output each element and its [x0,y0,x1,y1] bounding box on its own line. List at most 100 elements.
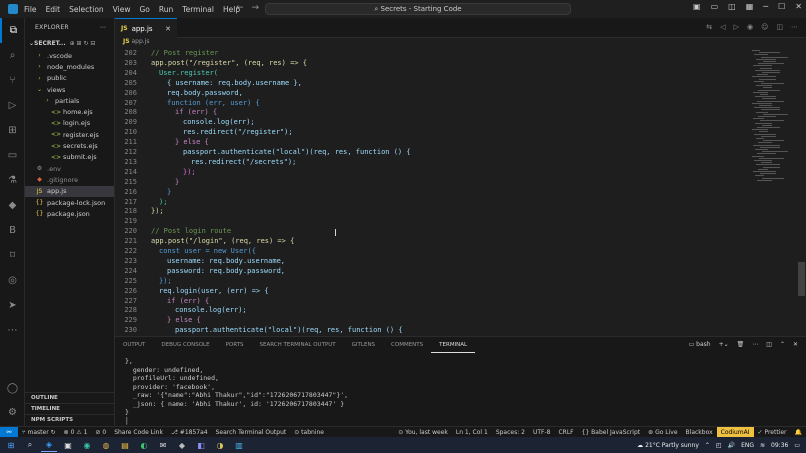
go-back-icon[interactable]: ◁ [720,23,725,31]
notification-center-icon[interactable]: ▭ [794,442,800,449]
windows-start-icon[interactable]: ⊞ [3,438,19,452]
panel-toggle-icon[interactable]: ▭ [711,2,719,11]
split-panel-icon[interactable]: ◫ [766,341,772,348]
search-icon[interactable]: ⌕ [0,43,25,68]
copilot-icon[interactable]: ☺ [761,23,768,31]
prettier-status[interactable]: ✓ Prettier [754,427,791,438]
commit-status[interactable]: ⎇ #1857a4 [167,427,212,438]
menu-item-selection[interactable]: Selection [69,5,104,14]
more-icon[interactable]: ⋯ [0,318,25,343]
npm-scripts-section[interactable]: NPM SCRIPTS [25,414,115,425]
code-line[interactable]: 218}); [115,206,755,216]
code-editor[interactable]: 202 // Post register 203 app.post("/registe… [115,48,806,335]
terminal-output[interactable]: }, gender: undefined, profileUrl: undefi… [125,357,348,425]
file-tree-item[interactable]: › .vscode [25,50,114,61]
command-center[interactable]: ⌕ Secrets - Starting Code [265,3,571,15]
blackbox-icon[interactable]: B [0,218,25,243]
share-code-link[interactable]: Share Code Link [110,427,167,438]
code-line[interactable]: 222 const user = new User({ [115,246,755,256]
tab-app-js[interactable]: JS app.js ✕ [115,18,177,38]
code-line[interactable]: 221 app.post("/login", (req, res) => { [115,236,755,246]
split-editor-icon[interactable]: ◫ [776,23,783,31]
customize-layout-icon[interactable]: ▦ [746,2,754,11]
go-live-button[interactable]: ⊛ Go Live [644,427,681,438]
code-line[interactable]: 202 // Post register [115,48,755,58]
code-line[interactable]: 224 password: req.body.password, [115,266,755,276]
file-tree-item[interactable]: ◆ .gitignore [25,174,114,185]
gitlens-icon[interactable]: ◎ [0,268,25,293]
code-line[interactable]: 228 console.log(err); [115,305,755,315]
close-panel-icon[interactable]: ✕ [793,341,798,348]
code-line[interactable]: 216} [115,187,755,197]
tab-search-terminal-output[interactable]: SEARCH TERMINAL OUTPUT [252,337,344,353]
file-tree-item[interactable]: <> submit.ejs [25,152,114,163]
terminal-more-icon[interactable]: ⋯ [752,341,758,348]
file-explorer-taskbar-icon[interactable]: ▤ [117,438,133,452]
file-tree-item[interactable]: › public [25,73,114,84]
editor-scrollbar[interactable] [798,262,805,296]
extensions-icon[interactable]: ⊞ [0,118,25,143]
file-tree-item[interactable]: <> home.ejs [25,106,114,117]
cursor-position[interactable]: Ln 1, Col 1 [452,427,492,438]
code-line[interactable]: 229} else { [115,315,755,325]
tab-ports[interactable]: PORTS [218,337,252,353]
file-tree-item[interactable]: › node_modules [25,61,114,72]
tab-comments[interactable]: COMMENTS [383,337,431,353]
editor-more-icon[interactable]: ⋯ [791,23,798,31]
language-indicator[interactable]: ENG [741,442,754,449]
minimap[interactable] [750,48,790,335]
testing-icon[interactable]: ⚗ [0,168,25,193]
language-mode[interactable]: {} Babel JavaScript [578,427,645,438]
code-line[interactable]: 213 res.redirect("/secrets"); [115,157,755,167]
volume-icon[interactable]: 🔊 [728,442,735,449]
maximize-panel-icon[interactable]: ⌃ [780,341,785,348]
code-line[interactable]: 212 passport.authenticate("local")(req, r… [115,147,755,157]
python-icon[interactable]: ◆ [0,193,25,218]
mail-taskbar-icon[interactable]: ✉ [155,438,171,452]
code-line[interactable]: 226 req.login(user, (err) => { [115,286,755,296]
new-terminal-icon[interactable]: +⌄ [719,341,729,348]
ports-status[interactable]: ⊘ 0 [91,427,110,438]
menu-item-edit[interactable]: Edit [46,5,61,14]
code-line[interactable]: 215} [115,177,755,187]
tab-debug-console[interactable]: DEBUG CONSOLE [153,337,217,353]
eol-status[interactable]: CRLF [554,427,577,438]
tab-terminal[interactable]: TERMINAL [431,337,476,353]
app-taskbar-icon[interactable]: ◆ [174,438,190,452]
whatsapp-taskbar-icon[interactable]: ◐ [136,438,152,452]
compare-icon[interactable]: ⇆ [706,23,712,31]
kill-terminal-icon[interactable]: 🗑 [737,341,745,348]
weather-widget[interactable]: ☁ 21°C Partly sunny [637,442,699,449]
blackbox-status[interactable]: Blackbox [682,427,717,438]
problems-status[interactable]: ⊗ 0 ⚠ 1 [60,427,92,438]
close-tab-icon[interactable]: ✕ [165,25,171,33]
file-tree-item[interactable]: › partials [25,95,114,106]
terminal-taskbar-icon[interactable]: ▣ [60,438,76,452]
minimize-icon[interactable]: ─ [763,2,768,11]
menu-item-go[interactable]: Go [139,5,149,14]
code-line[interactable]: 220 // Post login route [115,226,755,236]
outline-section[interactable]: OUTLINE [25,392,115,403]
remote-indicator-icon[interactable]: ⚯ [0,426,18,438]
split-icon[interactable]: ◫ [728,2,736,11]
edge-taskbar-icon[interactable]: ◉ [79,438,95,452]
code-line[interactable]: 217); [115,197,755,207]
notifications-icon[interactable]: 🔔 [791,427,806,438]
bookmark-icon[interactable]: ⌑ [0,243,25,268]
explorer-icon[interactable]: ⧉ [0,18,25,43]
remote-explorer-icon[interactable]: ▭ [0,143,25,168]
search-terminal-status[interactable]: Search Terminal Output [212,427,291,438]
breadcrumb[interactable]: JS app.js [123,38,149,48]
code-line[interactable]: 225}); [115,276,755,286]
layout-icon[interactable]: ▣ [693,2,701,11]
file-tree-item[interactable]: <> login.ejs [25,118,114,129]
tray-chevron-icon[interactable]: ⌃ [705,442,710,449]
code-line[interactable]: 208 if (err) { [115,107,755,117]
wifi-icon[interactable]: ≋ [760,442,765,449]
browser-taskbar-icon[interactable]: ◑ [212,438,228,452]
account-icon[interactable]: ◯ [0,376,25,401]
code-line[interactable]: 207 function (err, user) { [115,98,755,108]
encoding-status[interactable]: UTF-8 [529,427,555,438]
new-file-icon[interactable]: ⊕ ⊞ ↻ ⊟ [70,40,96,47]
code-line[interactable]: 203 app.post("/register", (req, res) => { [115,58,755,68]
